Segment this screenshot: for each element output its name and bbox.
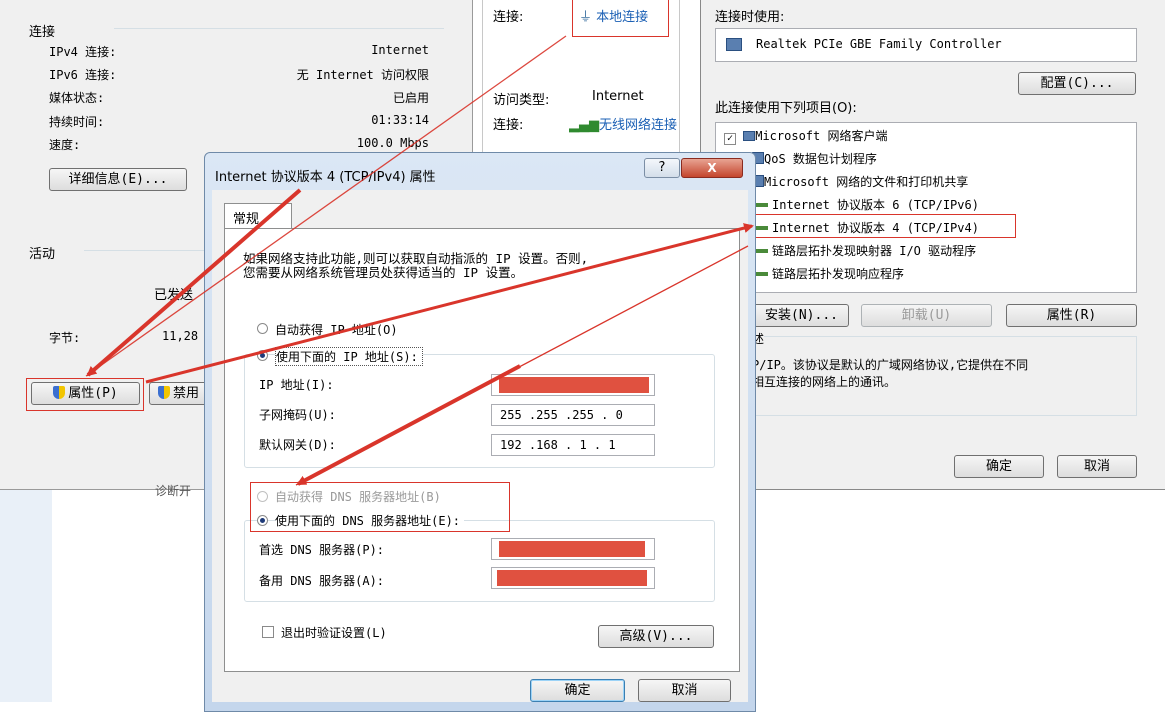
arrow-local-to-properties-head [86, 188, 302, 377]
arrow-local-to-properties [85, 35, 567, 377]
arrow-properties-to-ipv4 [145, 223, 754, 384]
annotation-arrows [85, 35, 754, 486]
arrow-ipv4-to-dns-head [296, 364, 521, 486]
